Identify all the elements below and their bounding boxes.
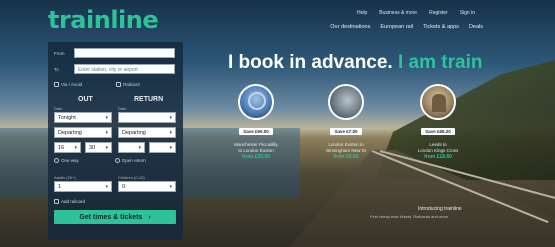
deal-price: from £5.00 — [333, 154, 359, 160]
out-minute-select[interactable]: 30 ▾ — [85, 142, 112, 153]
deal-route: Leeds to London Kings Cross — [408, 142, 468, 153]
cta-label: Get times & tickets — [79, 213, 143, 221]
via-avoid-checkbox[interactable]: Via / Avoid — [54, 82, 82, 87]
chevron-right-icon: › — [148, 213, 151, 221]
sub-nav: Our destinations European rail Tickets &… — [330, 24, 483, 30]
nav-signin-link[interactable]: Sign in — [460, 10, 475, 16]
open-return-label: Open return — [121, 158, 146, 163]
nav-help-link[interactable]: Help — [357, 10, 367, 16]
options-row: Via / Avoid Railcard — [54, 82, 140, 87]
deal-route-line: Manchester Piccadilly — [234, 142, 278, 147]
chevron-down-icon: ▾ — [105, 183, 108, 190]
deal-price: from £20.00 — [242, 154, 270, 160]
nav-european-rail-link[interactable]: European rail — [380, 24, 413, 30]
out-heading: OUT — [78, 96, 93, 103]
leeds-thumbnail — [420, 84, 456, 120]
to-row: To Enter station, city or airport — [54, 64, 175, 74]
deal-save-badge: Save £7.00 — [330, 128, 362, 135]
nav-register-link[interactable]: Register — [429, 10, 448, 16]
building-icon — [432, 94, 446, 112]
chevron-down-icon: ▾ — [169, 183, 172, 190]
nav-business-link[interactable]: Business & more — [379, 10, 417, 16]
return-mode-value: Departing — [122, 129, 146, 136]
one-way-label: One way — [61, 158, 79, 163]
adults-value: 1 — [58, 183, 62, 190]
checkbox-icon — [54, 199, 59, 204]
out-date-select[interactable]: Tonight ▾ — [54, 112, 112, 123]
out-hour-value: 16 — [58, 144, 65, 151]
nav-tickets-apps-link[interactable]: Tickets & apps — [423, 24, 459, 30]
children-select[interactable]: 0 ▾ — [118, 181, 176, 192]
nav-destinations-link[interactable]: Our destinations — [330, 24, 370, 30]
via-avoid-label: Via / Avoid — [61, 82, 83, 87]
deal-card[interactable]: Save £60.00 Manchester Piccadilly to Lon… — [226, 84, 286, 160]
manchester-thumbnail — [238, 84, 274, 120]
railcard-label: Railcard — [123, 82, 140, 87]
children-label: Children (0-15) — [118, 175, 145, 180]
journey-search-panel: From To Enter station, city or airport V… — [48, 42, 183, 240]
chevron-down-icon: ▾ — [105, 114, 108, 121]
to-station-input[interactable]: Enter station, city or airport — [74, 64, 175, 74]
deal-route-line: Birmingham New St — [326, 147, 366, 153]
chevron-down-icon: ▾ — [74, 144, 77, 151]
deal-card[interactable]: Save £7.00 London Euston to Birmingham N… — [316, 84, 376, 160]
return-date-select[interactable]: ▾ — [118, 112, 176, 123]
deal-route-line: London Kings Cross — [417, 147, 459, 153]
deal-save-badge: Save £65.20 — [421, 128, 455, 135]
from-label: From — [54, 50, 65, 56]
headline-accent: I am train — [398, 52, 483, 73]
adults-select[interactable]: 1 ▾ — [54, 181, 112, 192]
intro-subtitle: Find cheap train tickets, Railcards and … — [370, 214, 449, 219]
chevron-down-icon: ▾ — [169, 129, 172, 136]
return-heading: RETURN — [134, 96, 164, 103]
out-date-value: Tonight — [58, 114, 76, 121]
chevron-down-icon: ▾ — [169, 144, 172, 151]
adults-label: Adults (26+) — [54, 175, 76, 180]
one-way-checkbox[interactable]: One way — [54, 158, 79, 163]
ferris-wheel-icon — [248, 92, 266, 110]
add-railcard-row: Add railcard — [54, 199, 85, 204]
open-return-checkbox[interactable]: Open return — [114, 158, 146, 163]
intro-title[interactable]: Introducing trainline — [418, 206, 462, 212]
children-value: 0 — [122, 183, 126, 190]
chevron-down-icon: ▾ — [169, 114, 172, 121]
return-date-label: Date — [118, 106, 127, 111]
hero-headline: I book in advance. I am train — [228, 52, 482, 74]
deal-route-line: to London Euston — [238, 147, 274, 153]
deal-save-badge: Save £60.00 — [239, 128, 273, 135]
radio-icon — [114, 158, 120, 163]
chevron-down-icon: ▾ — [105, 129, 108, 136]
return-mode-select[interactable]: Departing ▾ — [118, 127, 176, 138]
add-railcard-label: Add railcard — [61, 199, 86, 204]
get-times-tickets-button[interactable]: Get times & tickets › — [54, 210, 176, 224]
to-label: To — [54, 66, 59, 72]
checkbox-icon — [116, 82, 122, 87]
return-minute-select[interactable]: ▾ — [149, 142, 176, 153]
out-date-label: Date — [54, 106, 63, 111]
out-hour-select[interactable]: 16 ▾ — [54, 142, 81, 153]
chevron-down-icon: ▾ — [138, 144, 141, 151]
deal-route: London Euston to Birmingham New St — [316, 142, 376, 153]
from-row: From — [54, 48, 175, 58]
from-station-input[interactable] — [74, 48, 175, 58]
radio-icon — [54, 158, 59, 163]
deal-price: from £18.60 — [424, 154, 452, 160]
out-mode-value: Departing — [58, 129, 82, 136]
birmingham-thumbnail — [328, 84, 364, 120]
trainline-logo[interactable]: trainline — [48, 6, 159, 34]
deal-card[interactable]: Save £65.20 Leeds to London Kings Cross … — [408, 84, 468, 160]
chevron-down-icon: ▾ — [105, 144, 108, 151]
headline-main: I book in advance. — [228, 52, 393, 73]
return-options-row: One way Open return — [54, 158, 146, 163]
deal-route: Manchester Piccadilly to London Euston — [226, 142, 286, 153]
checkbox-icon — [54, 82, 59, 87]
out-minute-value: 30 — [89, 144, 96, 151]
nav-deals-link[interactable]: Deals — [469, 24, 483, 30]
add-railcard-checkbox[interactable]: Add railcard — [54, 199, 85, 204]
top-nav: Help Business & more Register Sign in — [357, 10, 475, 16]
railcard-checkbox[interactable]: Railcard — [116, 82, 140, 87]
return-hour-select[interactable]: ▾ — [118, 142, 145, 153]
out-mode-select[interactable]: Departing ▾ — [54, 127, 112, 138]
